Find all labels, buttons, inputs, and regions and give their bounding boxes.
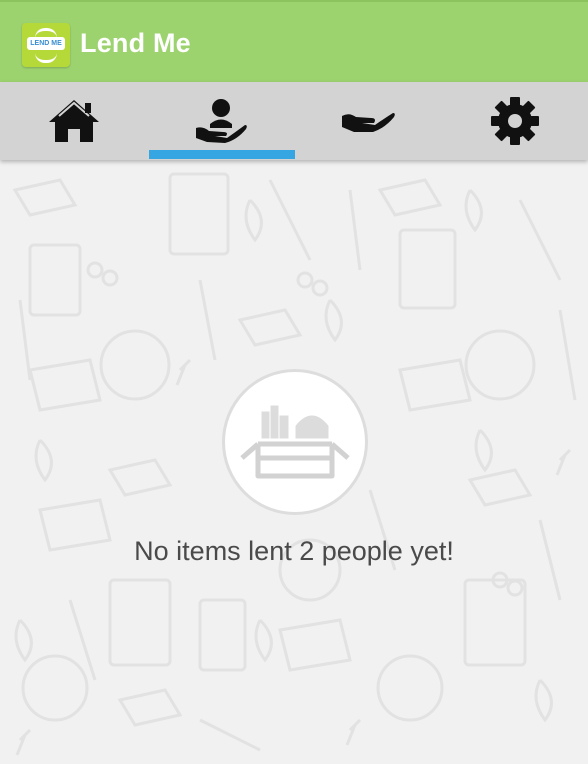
app-logo: LEND ME — [22, 23, 70, 67]
gear-icon — [490, 97, 539, 145]
tab-borrowed[interactable] — [294, 82, 441, 160]
app-bar: LEND ME Lend Me — [0, 0, 588, 82]
empty-state-message: No items lent 2 people yet! — [134, 536, 454, 566]
person-on-hand-icon — [195, 99, 247, 143]
open-hand-icon — [341, 113, 395, 132]
empty-state-illustration — [222, 369, 368, 515]
logo-hand-bottom — [35, 53, 57, 63]
home-icon — [48, 100, 99, 142]
app-title: Lend Me — [80, 28, 191, 58]
tab-settings[interactable] — [441, 82, 588, 160]
content-area: No items lent 2 people yet! — [0, 160, 588, 764]
logo-text: LEND ME — [27, 37, 65, 50]
selected-tab-indicator — [149, 150, 295, 159]
tab-bar — [0, 82, 588, 160]
tab-home[interactable] — [0, 82, 147, 160]
box-of-items-icon — [240, 405, 350, 479]
tab-lent[interactable] — [147, 82, 294, 160]
